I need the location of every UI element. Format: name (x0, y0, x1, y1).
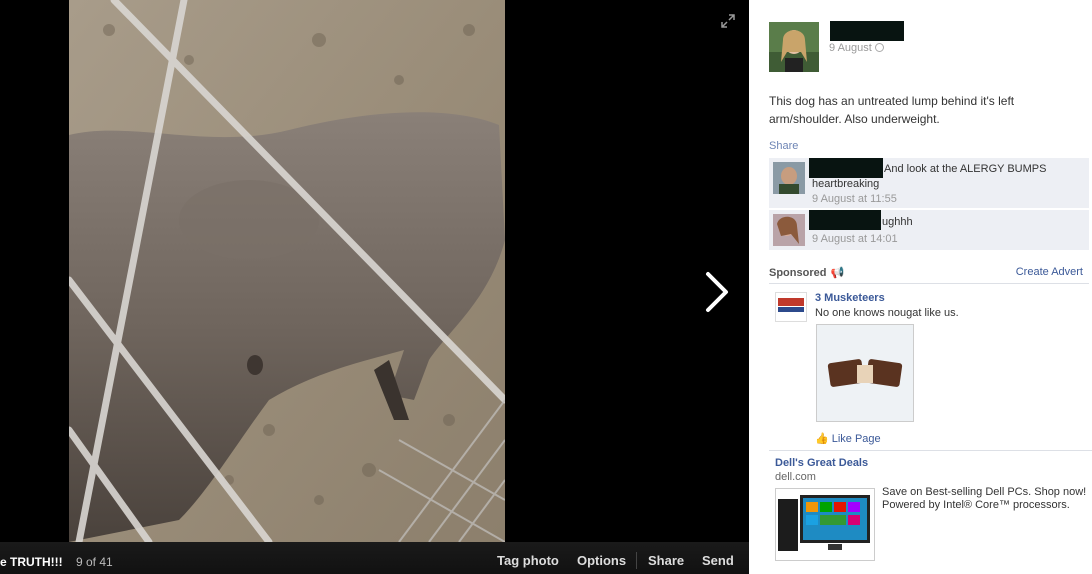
photo-count: 9 of 41 (76, 555, 113, 569)
chevron-right-icon[interactable] (700, 268, 732, 316)
avatar[interactable] (773, 162, 805, 194)
album-title[interactable]: e TRUTH!!! (0, 555, 63, 569)
ad-title[interactable]: Dell's Great Deals (775, 457, 868, 469)
ad-image[interactable] (816, 324, 914, 422)
photo-viewer: e TRUTH!!! 9 of 41 Tag photo Options Sha… (0, 0, 749, 574)
options-button[interactable]: Options (577, 553, 626, 568)
sponsored-label: Sponsored 📢 (769, 267, 845, 279)
divider (636, 552, 637, 569)
ad-image[interactable] (775, 488, 875, 561)
comment-date[interactable]: 9 August at 11:55 (812, 193, 897, 205)
three-musketeers-logo[interactable] (775, 292, 807, 322)
post-date[interactable]: 9 August (829, 42, 884, 54)
comment-text-line2: heartbreaking (812, 178, 880, 190)
comment-date[interactable]: 9 August at 14:01 (812, 233, 898, 245)
like-page-button[interactable]: 👍 Like Page (815, 432, 881, 445)
post-text: This dog has an untreated lump behind it… (769, 94, 1015, 126)
commenter-name-redacted[interactable] (809, 158, 883, 178)
comment-text: ughhh (882, 216, 913, 228)
thumbs-up-icon: 👍 (815, 433, 829, 445)
ad-text: Save on Best-selling Dell PCs. Shop now!… (882, 486, 1087, 511)
share-link[interactable]: Share (769, 140, 798, 152)
dog-photo[interactable] (69, 0, 505, 542)
sponsored-header: Sponsored 📢 Create Advert (769, 266, 1089, 284)
comment: ughhh 9 August at 14:01 (769, 210, 1089, 250)
poster-name-redacted[interactable] (830, 21, 904, 41)
send-button[interactable]: Send (702, 553, 734, 568)
ad-domain: dell.com (775, 471, 816, 483)
comment: And look at the ALERGY BUMPS heartbreaki… (769, 158, 1089, 208)
share-button[interactable]: Share (648, 553, 684, 568)
megaphone-icon: 📢 (830, 267, 845, 279)
commenter-name-redacted[interactable] (809, 210, 881, 230)
photo-bottom-bar: e TRUTH!!! 9 of 41 Tag photo Options Sha… (0, 542, 749, 574)
globe-icon (874, 43, 884, 52)
ad-title[interactable]: 3 Musketeers (815, 292, 885, 304)
tag-photo-button[interactable]: Tag photo (497, 553, 559, 568)
expand-icon[interactable] (721, 14, 735, 28)
ad-text: No one knows nougat like us. (815, 307, 959, 319)
photo-sidebar: 9 August This dog has an untreated lump … (749, 0, 1092, 574)
avatar[interactable] (769, 22, 819, 72)
create-advert-link[interactable]: Create Advert (1016, 266, 1083, 278)
comment-text: And look at the ALERGY BUMPS (884, 163, 1047, 175)
avatar[interactable] (773, 214, 805, 246)
